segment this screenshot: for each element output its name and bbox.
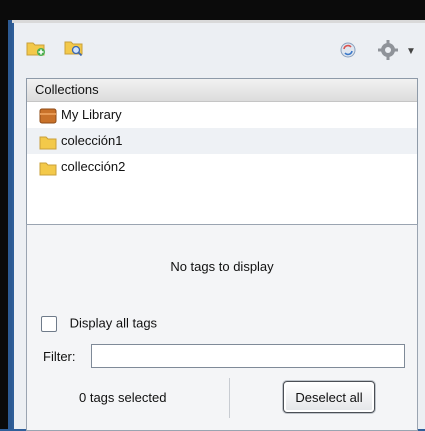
window-left-edge (0, 20, 12, 429)
new-collection-icon[interactable] (26, 39, 46, 60)
chevron-down-icon[interactable]: ▼ (406, 46, 416, 57)
app-window-frame: ▼ Collections My Library colección1 coll… (0, 0, 425, 431)
sync-icon[interactable] (339, 41, 357, 62)
gear-icon[interactable] (377, 39, 399, 64)
new-saved-search-icon[interactable] (64, 39, 84, 60)
filter-label: Filter: (43, 349, 76, 364)
folder-icon (39, 159, 57, 185)
tags-selected-count: 0 tags selected (79, 390, 167, 405)
display-all-tags-checkbox[interactable] (41, 315, 57, 332)
collections-toolbar: ▼ (14, 23, 425, 73)
display-all-tags-label[interactable]: Display all tags (70, 316, 157, 331)
display-all-tags-option[interactable]: Display all tags (41, 313, 157, 333)
tag-filter-input[interactable] (91, 344, 405, 368)
window-top-bar (0, 0, 425, 23)
divider (229, 378, 230, 418)
tree-item-coleccion1[interactable]: colección1 (27, 128, 417, 154)
zotero-left-pane: ▼ Collections My Library colección1 coll… (14, 23, 425, 431)
tree-item-my-library[interactable]: My Library (27, 102, 417, 128)
tree-item-label: collección2 (61, 159, 126, 174)
tree-item-label: colección1 (61, 133, 123, 148)
tree-item-label: My Library (61, 107, 122, 122)
collections-tree: Collections My Library colección1 collec… (26, 78, 418, 225)
tag-selector: No tags to display Display all tags Filt… (26, 224, 418, 431)
collections-header[interactable]: Collections (27, 79, 417, 102)
tree-item-colleccion2[interactable]: collección2 (27, 154, 417, 180)
no-tags-message: No tags to display (170, 259, 274, 274)
deselect-all-button[interactable]: Deselect all (283, 381, 375, 413)
